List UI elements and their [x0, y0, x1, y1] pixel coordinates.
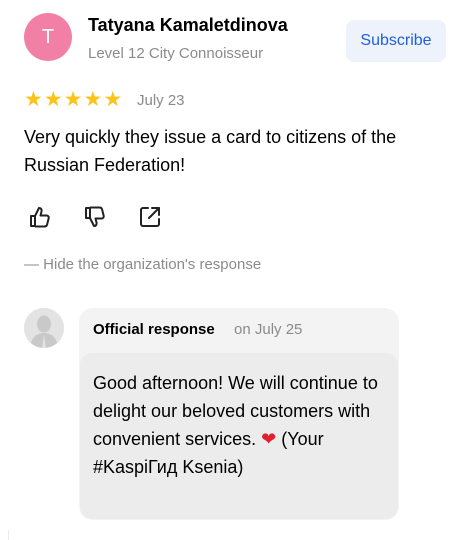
author-initial: T [41, 25, 55, 48]
rating-stars: ★ ★ ★ ★ ★ [24, 89, 122, 111]
author-name[interactable]: Tatyana Kamaletdinova [88, 15, 288, 36]
star-icon: ★ [24, 88, 43, 111]
author-level: Level 12 City Connoisseur [88, 45, 264, 62]
heart-icon: ❤ [261, 429, 277, 449]
divider [8, 530, 9, 540]
official-response-date: on July 25 [234, 321, 303, 338]
review-card: T Tatyana Kamaletdinova Level 12 City Co… [0, 0, 452, 540]
thumbs-up-icon [30, 207, 50, 228]
star-icon: ★ [63, 88, 83, 111]
star-icon: ★ [43, 88, 63, 111]
user-silhouette-icon [24, 308, 64, 348]
dislike-button[interactable] [81, 203, 109, 231]
review-text: Very quickly they issue a card to citize… [24, 127, 397, 175]
hide-response-link[interactable]: — Hide the organization's response [24, 256, 261, 273]
thumbs-down-icon [85, 206, 105, 227]
review-date: July 23 [137, 92, 185, 109]
subscribe-button[interactable]: Subscribe [346, 20, 446, 62]
star-icon: ★ [103, 88, 123, 111]
official-response-text: Good afternoon! We will continue to deli… [93, 369, 388, 481]
organization-avatar [24, 308, 64, 348]
share-button[interactable] [136, 203, 164, 231]
star-icon: ★ [83, 88, 103, 111]
official-response-label: Official response [93, 321, 215, 338]
share-icon [140, 207, 160, 227]
response-text-main: Good afternoon! We will continue to deli… [93, 373, 378, 449]
author-avatar[interactable]: T [24, 13, 72, 61]
like-button[interactable] [26, 203, 54, 231]
